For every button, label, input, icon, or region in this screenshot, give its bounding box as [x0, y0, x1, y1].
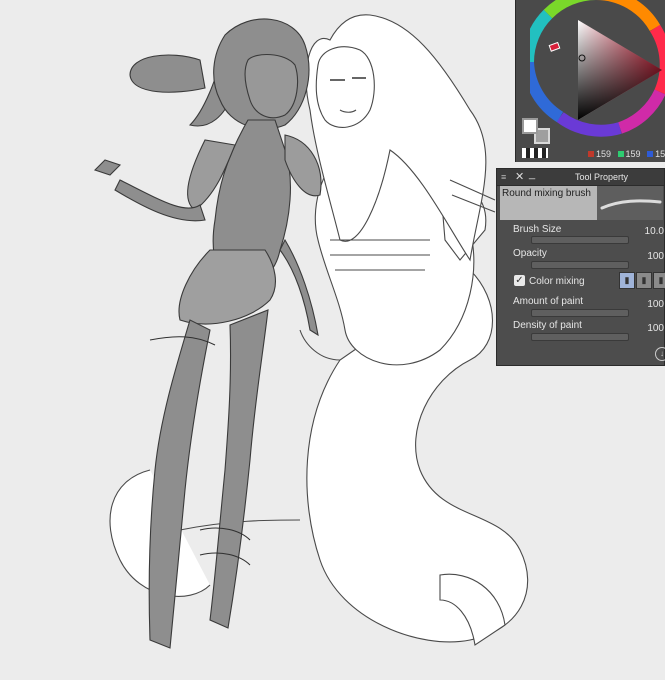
- green-value: 159: [625, 149, 641, 159]
- color-swatches: [522, 118, 552, 148]
- menu-icon[interactable]: ≡: [501, 172, 506, 182]
- density-of-paint-value[interactable]: 100: [647, 323, 664, 334]
- panel-title: Tool Property: [575, 172, 629, 182]
- red-value: 159: [596, 149, 612, 159]
- amount-of-paint-value[interactable]: 100: [647, 299, 664, 310]
- red-indicator-icon: [588, 151, 594, 157]
- density-of-paint-slider[interactable]: [531, 333, 629, 341]
- brush-size-value[interactable]: 10.0: [645, 226, 664, 237]
- color-mixing-label: Color mixing: [529, 276, 585, 287]
- mix-mode-3-button[interactable]: ▮: [653, 272, 665, 289]
- panel-header: ≡ ✕ _ Tool Property: [497, 168, 664, 186]
- green-indicator-icon: [617, 151, 624, 157]
- brush-preview[interactable]: Round mixing brush: [500, 186, 663, 220]
- mix-mode-1-button[interactable]: ▮: [619, 272, 635, 289]
- hue-handle[interactable]: [548, 41, 561, 52]
- density-of-paint-label: Density of paint: [513, 320, 582, 331]
- brush-size-label: Brush Size: [513, 224, 562, 235]
- tool-property-panel: ≡ ✕ _ Tool Property Round mixing brush B…: [496, 168, 665, 366]
- brush-selection[interactable]: Round mixing brush: [500, 186, 597, 220]
- minimize-icon[interactable]: _: [529, 168, 535, 180]
- amount-of-paint-slider[interactable]: [531, 309, 629, 317]
- brush-size-slider[interactable]: [531, 236, 629, 244]
- brush-name: Round mixing brush: [502, 188, 591, 199]
- blue-value: 159: [655, 149, 665, 159]
- opacity-slider[interactable]: [531, 261, 629, 269]
- mix-mode-2-button[interactable]: ▮: [636, 272, 652, 289]
- blue-indicator-icon: [647, 151, 654, 157]
- settings-icon[interactable]: ↓: [655, 347, 665, 361]
- close-icon[interactable]: ✕: [515, 170, 524, 183]
- opacity-label: Opacity: [513, 248, 547, 259]
- foreground-color-swatch[interactable]: [522, 118, 538, 134]
- opacity-value[interactable]: 100: [647, 251, 664, 262]
- color-wheel-panel: 159 159 159: [515, 0, 665, 162]
- amount-of-paint-label: Amount of paint: [513, 296, 584, 307]
- rgb-readout: 159 159 159: [584, 149, 665, 159]
- brush-stroke-preview: [600, 199, 662, 210]
- transparent-color-swatch[interactable]: [522, 148, 548, 158]
- color-mixing-checkbox[interactable]: ✓: [514, 275, 525, 286]
